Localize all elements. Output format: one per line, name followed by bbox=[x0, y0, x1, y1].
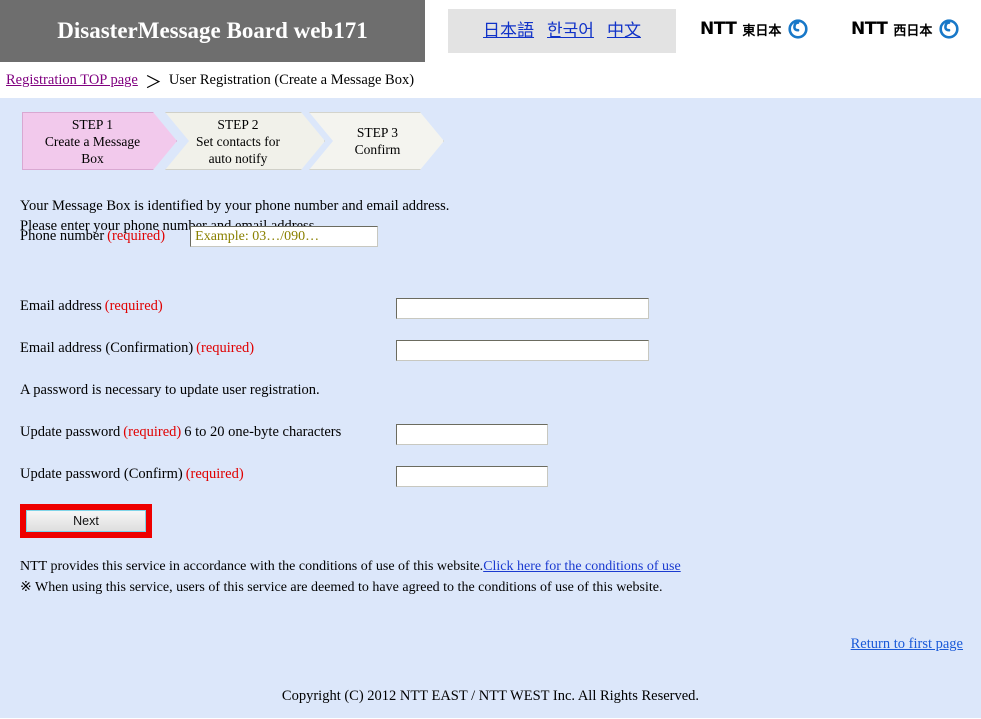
breadcrumb-separator: ＞ bbox=[144, 72, 162, 92]
email-confirm-label: Email address (Confirmation) bbox=[20, 340, 194, 356]
ntt-west-wordmark: NTT bbox=[851, 19, 888, 39]
next-button[interactable]: Next bbox=[26, 510, 146, 532]
legal-line-2: ※ When using this service, users of this… bbox=[20, 580, 663, 595]
email-address-input[interactable] bbox=[396, 298, 649, 319]
breadcrumb-current-page: User Registration (Create a Message Box) bbox=[168, 71, 415, 88]
update-password-row: Update password (required) 6 to 20 one-b… bbox=[20, 424, 341, 441]
update-password-confirm-input[interactable] bbox=[396, 466, 548, 487]
step-2-set-contacts: STEP 2 Set contacts for auto notify bbox=[165, 112, 325, 170]
next-button-highlight: Next bbox=[20, 504, 152, 538]
header-title-bar: DisasterMessage Board web171 bbox=[0, 0, 425, 62]
ntt-east-region-label: 東日本 bbox=[742, 23, 782, 39]
step-2-line1: Set contacts for bbox=[196, 133, 280, 149]
copyright-notice: Copyright (C) 2012 NTT EAST / NTT WEST I… bbox=[281, 688, 700, 704]
email-confirm-row: Email address (Confirmation) (required) bbox=[20, 340, 257, 357]
email-confirm-required-tag: (required) bbox=[196, 340, 255, 356]
update-password-hint: 6 to 20 one-byte characters bbox=[184, 424, 342, 440]
lang-japanese-link[interactable]: 日本語 bbox=[483, 22, 534, 40]
email-required-tag: (required) bbox=[104, 298, 163, 314]
conditions-of-use-link[interactable]: Click here for the conditions of use bbox=[483, 559, 681, 574]
legal-text: NTT provides this service in accordance … bbox=[20, 556, 950, 598]
page-title: DisasterMessage Board web171 bbox=[57, 18, 368, 43]
email-address-field-wrap bbox=[396, 298, 649, 319]
ntt-east-wordmark: NTT bbox=[700, 19, 737, 39]
update-password-confirm-required-tag: (required) bbox=[185, 466, 244, 482]
lang-korean-link[interactable]: 한국어 bbox=[547, 22, 594, 40]
update-password-confirm-field-wrap bbox=[396, 466, 548, 487]
lang-chinese-link[interactable]: 中文 bbox=[607, 22, 641, 40]
step-2-line2: auto notify bbox=[208, 150, 268, 166]
breadcrumb-home-link[interactable]: Registration TOP page bbox=[6, 72, 138, 89]
email-confirm-field-wrap bbox=[396, 340, 649, 361]
breadcrumb: Registration TOP page ＞ User Registratio… bbox=[0, 62, 981, 98]
step-1-create-message-box: STEP 1 Create a Message Box bbox=[22, 112, 177, 170]
email-confirm-input[interactable] bbox=[396, 340, 649, 361]
ntt-east-logo: NTT 東日本 bbox=[700, 19, 808, 39]
step-1-line2: Box bbox=[81, 150, 104, 166]
intro-line-1: Your Message Box is identified by your p… bbox=[20, 198, 450, 214]
return-to-first-page-link[interactable]: Return to first page bbox=[851, 636, 963, 653]
step-1-title: STEP 1 bbox=[71, 116, 114, 132]
step-3-title: STEP 3 bbox=[356, 125, 399, 140]
ntt-swirl-icon bbox=[939, 19, 959, 39]
ntt-west-region-label: 西日本 bbox=[893, 23, 933, 39]
update-password-label: Update password bbox=[20, 424, 121, 440]
phone-number-label: Phone number bbox=[20, 228, 105, 244]
update-password-confirm-row: Update password (Confirm) (required) bbox=[20, 466, 247, 483]
ntt-swirl-icon bbox=[788, 19, 808, 39]
step-2-title: STEP 2 bbox=[217, 116, 259, 132]
step-3-line1: Confirm bbox=[354, 142, 401, 157]
update-password-field-wrap bbox=[396, 424, 548, 445]
update-password-input[interactable] bbox=[396, 424, 548, 445]
update-password-required-tag: (required) bbox=[123, 424, 182, 440]
legal-line-1: NTT provides this service in accordance … bbox=[20, 556, 950, 577]
ntt-west-logo: NTT 西日本 bbox=[851, 19, 959, 39]
update-password-confirm-label: Update password (Confirm) bbox=[20, 466, 183, 482]
phone-required-tag: (required) bbox=[107, 228, 166, 244]
legal-line-1-text: NTT provides this service in accordance … bbox=[20, 559, 484, 574]
step-1-line1: Create a Message bbox=[44, 133, 141, 149]
language-switcher: 日本語 한국어 中文 bbox=[448, 9, 676, 53]
email-address-label: Email address bbox=[20, 298, 102, 314]
password-note: A password is necessary to update user r… bbox=[20, 382, 320, 398]
phone-number-row: Phone number (required) bbox=[20, 226, 379, 247]
phone-number-input[interactable] bbox=[190, 226, 379, 247]
main-content-panel: STEP 1 Create a Message Box STEP 2 Set c… bbox=[0, 98, 981, 718]
page-header: DisasterMessage Board web171 日本語 한국어 中文 … bbox=[0, 0, 981, 62]
step-progress-indicator: STEP 1 Create a Message Box STEP 2 Set c… bbox=[22, 98, 981, 184]
step-3-confirm: STEP 3 Confirm bbox=[309, 112, 444, 170]
email-address-row: Email address (required) bbox=[20, 298, 166, 315]
